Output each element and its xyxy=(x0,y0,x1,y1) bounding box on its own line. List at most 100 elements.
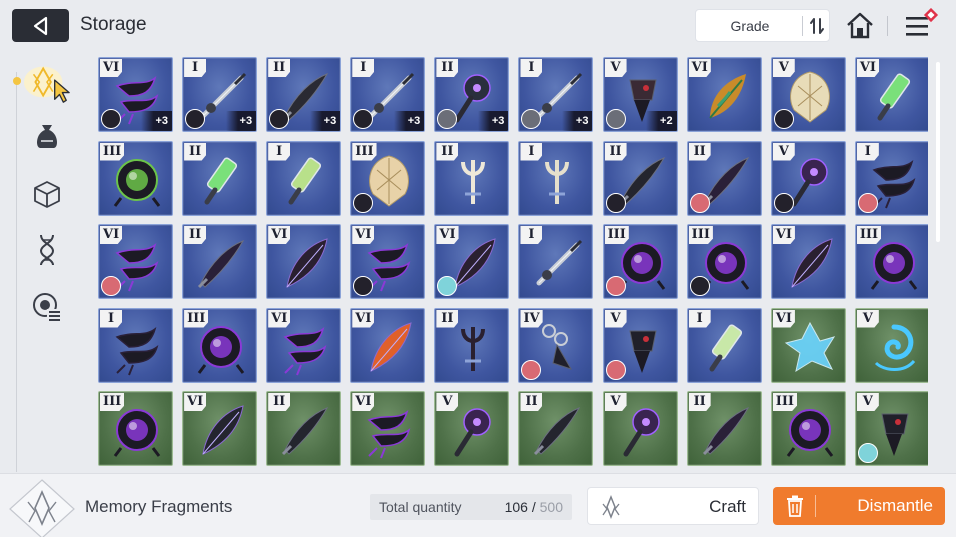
cube-icon xyxy=(34,181,60,208)
item-slot[interactable]: VI xyxy=(434,224,510,299)
item-slot[interactable]: I +3 xyxy=(518,57,594,132)
item-slot[interactable]: VI xyxy=(266,224,342,299)
back-button[interactable] xyxy=(12,9,69,42)
item-slot[interactable]: VI xyxy=(350,391,426,466)
item-slot[interactable]: I xyxy=(686,307,762,383)
page-title: Storage xyxy=(80,14,147,35)
equipped-character-avatar xyxy=(353,109,374,129)
item-slot[interactable]: I xyxy=(518,224,594,299)
feather-weapon-icon xyxy=(286,238,328,288)
sidebar-item-list[interactable] xyxy=(22,285,72,329)
item-slot[interactable]: II +3 xyxy=(434,57,510,132)
item-slot[interactable]: II xyxy=(434,140,510,216)
home-icon[interactable] xyxy=(844,10,876,42)
item-slot[interactable]: III xyxy=(182,307,258,383)
equipped-character-avatar xyxy=(101,276,121,296)
item-slot[interactable]: II xyxy=(182,224,258,299)
item-slot[interactable]: VI xyxy=(98,224,173,299)
fork-weapon-icon xyxy=(461,326,486,371)
item-slot[interactable]: VI xyxy=(686,57,762,132)
vial-weapon-icon xyxy=(877,73,910,121)
equipped-character-avatar xyxy=(605,109,626,129)
sidebar-item-genes[interactable] xyxy=(22,228,72,272)
item-slot[interactable]: VI xyxy=(266,307,342,383)
claw-weapon-icon xyxy=(115,326,159,375)
mace-weapon-icon xyxy=(623,408,660,457)
scrollbar-thumb[interactable] xyxy=(936,62,940,242)
item-slot[interactable]: I xyxy=(854,140,928,216)
item-slot[interactable]: I +3 xyxy=(182,57,258,132)
item-slot[interactable]: VI xyxy=(350,224,426,299)
item-slot[interactable]: III xyxy=(98,140,173,216)
item-slot[interactable]: V +2 xyxy=(602,57,678,132)
equipped-character-avatar xyxy=(353,276,374,296)
vial-weapon-icon xyxy=(204,156,238,204)
dismantle-button[interactable]: Dismantle xyxy=(773,487,945,525)
enhance-level: +2 xyxy=(646,111,677,131)
enhance-level: +3 xyxy=(393,111,425,131)
claw-weapon-icon xyxy=(367,409,411,459)
item-slot[interactable]: VI xyxy=(350,307,426,383)
sidebar-item-memory-fragments[interactable] xyxy=(22,60,72,104)
sidebar-item-bag[interactable] xyxy=(22,114,72,158)
item-slot[interactable]: II xyxy=(434,307,510,383)
item-slot[interactable]: III xyxy=(350,140,426,216)
item-slot[interactable]: II xyxy=(686,391,762,466)
orb-weapon-icon xyxy=(113,409,161,457)
item-slot[interactable]: I +3 xyxy=(350,57,426,132)
total-max: 500 xyxy=(539,499,563,515)
craft-label: Craft xyxy=(709,497,746,516)
leaf-weapon-icon xyxy=(708,74,746,119)
item-slot[interactable]: III xyxy=(98,391,173,466)
item-slot[interactable]: I xyxy=(518,140,594,216)
item-slot[interactable]: III xyxy=(602,224,678,299)
dismantle-label: Dismantle xyxy=(857,496,933,515)
item-slot[interactable]: II xyxy=(266,391,342,466)
item-slot[interactable]: V xyxy=(854,307,928,383)
item-slot[interactable]: III xyxy=(686,224,762,299)
equipped-character-avatar xyxy=(185,109,206,129)
item-slot[interactable]: II xyxy=(686,140,762,216)
item-slot[interactable]: III xyxy=(770,391,846,466)
item-slot[interactable]: VI xyxy=(854,57,928,132)
memory-fragment-icon xyxy=(23,66,70,103)
item-slot[interactable]: V xyxy=(854,391,928,466)
item-slot[interactable]: IV xyxy=(518,307,594,383)
sort-order-icon[interactable] xyxy=(806,15,828,37)
back-arrow-icon xyxy=(33,16,47,35)
fork-weapon-icon xyxy=(461,159,486,204)
item-slot[interactable]: VI xyxy=(182,391,258,466)
item-slot[interactable]: II xyxy=(182,140,258,216)
blade-weapon-icon xyxy=(198,240,245,289)
item-slot[interactable]: V xyxy=(602,307,678,383)
blade-weapon-icon xyxy=(282,407,329,456)
blade-weapon-icon xyxy=(702,407,749,456)
feather-weapon-icon xyxy=(370,321,412,372)
item-slot[interactable]: VI xyxy=(770,224,846,299)
item-slot[interactable]: I xyxy=(98,307,173,383)
orb-weapon-icon xyxy=(870,242,918,290)
equipped-character-avatar xyxy=(521,359,542,380)
craft-button[interactable]: Craft xyxy=(587,487,759,525)
menu-icon[interactable] xyxy=(902,8,942,42)
orb-weapon-icon xyxy=(197,325,245,374)
item-slot[interactable]: V xyxy=(434,391,510,466)
equipped-character-avatar xyxy=(269,109,290,129)
item-slot[interactable]: III xyxy=(854,224,928,299)
total-quantity-label: Total quantity xyxy=(379,499,462,515)
item-slot[interactable]: II xyxy=(602,140,678,216)
enhance-level: +3 xyxy=(561,111,593,131)
grade-sort-button[interactable]: Grade xyxy=(695,9,830,42)
equipped-character-avatar xyxy=(773,109,794,129)
item-slot[interactable]: VI xyxy=(770,307,846,383)
equipped-character-avatar xyxy=(605,276,626,296)
item-slot[interactable]: V xyxy=(770,140,846,216)
item-slot[interactable]: V xyxy=(602,391,678,466)
item-slot[interactable]: II +3 xyxy=(266,57,342,132)
item-slot[interactable]: I xyxy=(266,140,342,216)
item-slot[interactable]: VI +3 xyxy=(98,57,173,132)
sidebar-line xyxy=(16,72,17,472)
sidebar-item-materials[interactable] xyxy=(22,172,72,216)
item-slot[interactable]: II xyxy=(518,391,594,466)
item-slot[interactable]: V xyxy=(770,57,846,132)
